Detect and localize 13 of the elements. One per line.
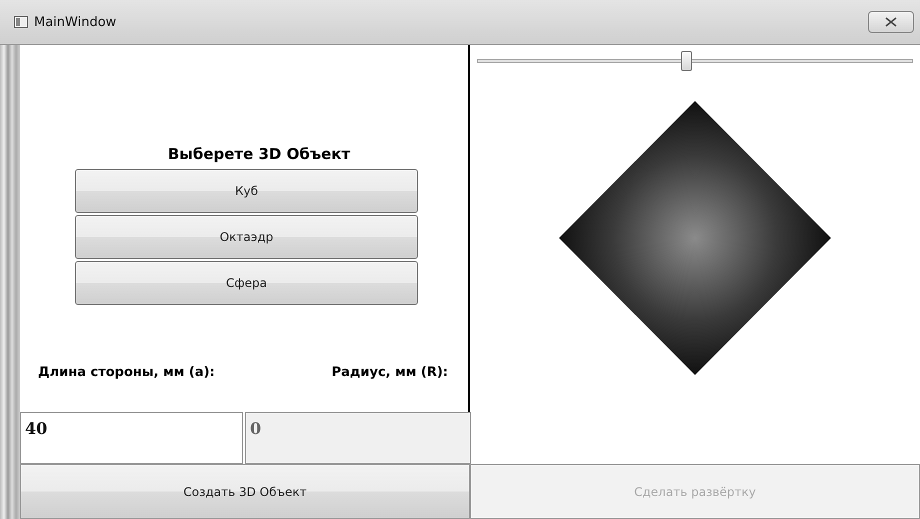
input-field[interactable]: 40: [20, 412, 243, 464]
close-button[interactable]: [868, 11, 914, 33]
object-button[interactable]: Сфера: [75, 261, 418, 305]
section-heading: Выберете 3D Объект: [166, 145, 352, 163]
object-button[interactable]: Октаэдр: [75, 215, 418, 259]
window-title: MainWindow: [34, 14, 118, 30]
field-label: Радиус, мм (R):: [330, 365, 449, 380]
window-icon: [14, 16, 28, 28]
close-icon: [885, 17, 897, 27]
slider-thumb[interactable]: [681, 51, 692, 71]
object-button[interactable]: Куб: [75, 169, 418, 213]
field-label: Длина стороны, мм (a):: [38, 365, 216, 380]
action-button[interactable]: Создать 3D Объект: [20, 464, 470, 519]
